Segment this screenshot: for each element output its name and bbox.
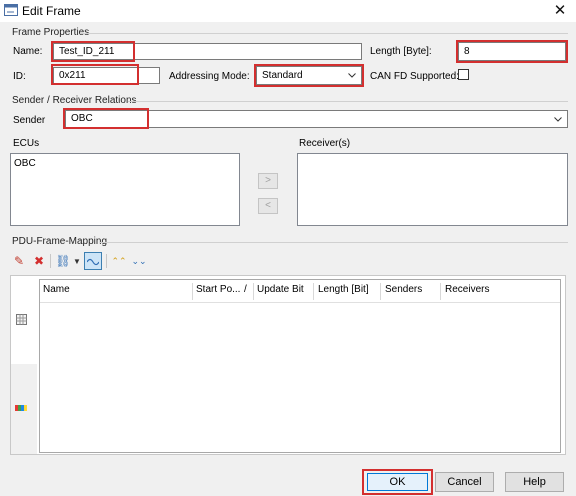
help-button[interactable]: Help [505, 472, 564, 492]
can-fd-label: CAN FD Supported: [370, 71, 459, 82]
toolbar-separator [50, 254, 51, 268]
receivers-list[interactable] [297, 153, 568, 226]
column-divider [313, 283, 314, 300]
sort-indicator: / [244, 284, 247, 295]
group-separator [80, 33, 568, 34]
table-icon [16, 314, 27, 325]
sender-receiver-title: Sender / Receiver Relations [12, 95, 137, 106]
cancel-button[interactable]: Cancel [435, 472, 494, 492]
window-title: Edit Frame [22, 4, 81, 18]
receivers-label: Receiver(s) [299, 138, 351, 149]
delete-icon[interactable]: ✖ [30, 252, 48, 270]
table-view-tab[interactable] [11, 276, 37, 364]
id-highlight [51, 64, 139, 85]
column-header-senders[interactable]: Senders [385, 284, 422, 295]
id-label: ID: [13, 71, 26, 82]
close-icon[interactable]: ✕ [552, 3, 568, 19]
pdu-mapping-title: PDU-Frame-Mapping [12, 236, 108, 247]
ok-button[interactable]: OK [367, 473, 428, 491]
list-item[interactable]: OBC [14, 158, 36, 169]
can-fd-checkbox[interactable] [458, 69, 469, 80]
sender-label: Sender [13, 115, 46, 126]
name-highlight [51, 41, 135, 62]
column-divider [192, 283, 193, 300]
ecus-label: ECUs [13, 138, 40, 149]
sender-highlight [63, 108, 149, 129]
column-header-start-position[interactable]: Start Po... [196, 284, 240, 295]
edit-pencil-icon[interactable]: ✎ [10, 252, 28, 270]
group-separator [128, 101, 568, 102]
frame-properties-title: Frame Properties [12, 27, 90, 38]
column-header-length-bit[interactable]: Length [Bit] [318, 284, 369, 295]
group-separator [100, 242, 568, 243]
pdu-toolbar: ✎ ✖ ⛓ ▼ ⌃⌃ ⌄⌄ [10, 250, 568, 272]
addressing-mode-value: Standard [262, 70, 303, 81]
length-label: Length [Byte]: [370, 46, 432, 57]
name-label: Name: [13, 46, 43, 57]
sort-descending-icon[interactable]: ⌄⌄ [130, 252, 148, 270]
pdu-mapping-grid[interactable]: Name Start Po... / Update Bit Length [Bi… [39, 279, 561, 453]
column-header-receivers[interactable]: Receivers [445, 284, 489, 295]
sort-ascending-icon[interactable]: ⌃⌃ [110, 252, 128, 270]
title-bar: Edit Frame ✕ [0, 0, 576, 22]
window-icon [4, 4, 18, 16]
column-divider [253, 283, 254, 300]
column-header-update-bit[interactable]: Update Bit [257, 284, 304, 295]
column-header-name[interactable]: Name [43, 284, 70, 295]
column-divider [380, 283, 381, 300]
length-value: 8 [464, 46, 470, 57]
addressing-mode-select[interactable]: Standard [254, 64, 364, 87]
signal-layout-icon [15, 405, 27, 411]
add-receiver-button[interactable]: > [258, 173, 278, 189]
pdu-mapping-panel: Name Start Po... / Update Bit Length [Bi… [10, 275, 566, 455]
length-field[interactable]: 8 [456, 40, 568, 63]
grid-header: Name Start Po... / Update Bit Length [Bi… [40, 280, 560, 303]
column-divider [440, 283, 441, 300]
chevron-down-icon [348, 73, 356, 78]
chevron-down-icon [554, 117, 562, 122]
ecus-list[interactable]: OBC [10, 153, 240, 226]
wave-icon [87, 258, 99, 266]
remove-receiver-button[interactable]: < [258, 198, 278, 214]
addressing-mode-label: Addressing Mode: [169, 71, 250, 82]
toolbar-separator [106, 254, 107, 268]
wave-view-button[interactable] [84, 252, 102, 270]
layout-view-tab[interactable] [11, 364, 37, 454]
